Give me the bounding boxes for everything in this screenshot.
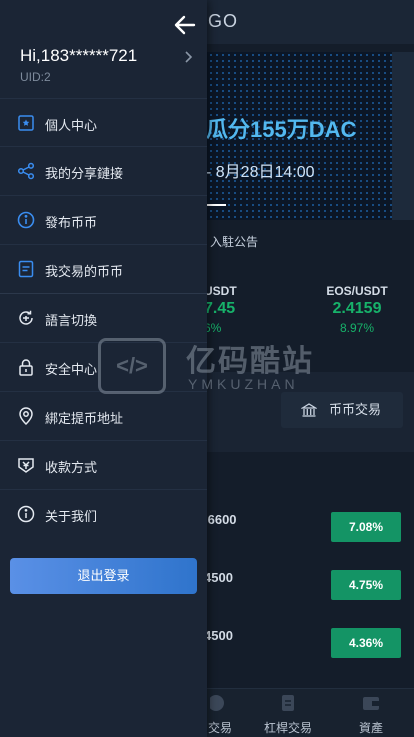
ticker-price: 2.4159	[332, 300, 382, 317]
language-icon	[19, 310, 33, 325]
payment-icon	[18, 458, 34, 473]
info-icon	[17, 211, 35, 229]
market-price: .6600	[204, 512, 237, 527]
market-row[interactable]: 4500 4.36%	[196, 614, 414, 674]
back-arrow-icon[interactable]	[172, 12, 198, 38]
menu-item-label: 我交易的币币	[45, 264, 124, 279]
ticker-price: 7.45	[204, 300, 236, 317]
ticker-change: 6%	[204, 321, 222, 335]
menu-item-label: 個人中心	[45, 118, 98, 133]
banner-indicator	[206, 204, 226, 206]
change-badge: 4.75%	[331, 570, 401, 600]
chevron-right-icon	[185, 51, 193, 63]
menu-item-label: 發布币币	[45, 215, 98, 230]
user-card-icon	[18, 115, 34, 131]
menu-item-publish-coin[interactable]: 發布币币	[0, 196, 207, 245]
watermark-text: 亿码酷站	[186, 345, 314, 378]
watermark-subtext: YMKUZHAN	[188, 376, 299, 392]
menu-item-label: 收款方式	[45, 460, 98, 475]
menu-item-profile[interactable]: 個人中心	[0, 98, 207, 147]
coin-trade-button[interactable]: 币币交易	[281, 392, 403, 428]
menu-item-my-coins[interactable]: 我交易的币币	[0, 245, 207, 294]
trade-icon	[208, 695, 224, 711]
coin-trade-label: 币币交易	[329, 402, 382, 417]
location-icon	[19, 407, 33, 425]
app-root: GO 瓜分155万DAC - 8月28日14:00 入駐公告 USDT 7.45…	[0, 0, 414, 737]
lock-icon	[19, 359, 33, 376]
watermark: </> 亿码酷站 YMKUZHAN	[98, 336, 358, 396]
promo-banner[interactable]: 瓜分155万DAC - 8月28日14:00	[196, 52, 392, 220]
user-greeting: Hi,183******721	[20, 46, 138, 65]
menu-item-label: 关于我们	[45, 509, 98, 524]
logo-text: GO	[208, 11, 239, 31]
wallet-icon	[363, 697, 379, 710]
tab-leverage[interactable]: 杠桿交易	[258, 691, 318, 736]
watermark-logo: </>	[98, 338, 166, 394]
ticker-item[interactable]: USDT 7.45 6%	[204, 284, 237, 335]
tab-label: 杠桿交易	[263, 721, 312, 735]
notice-text[interactable]: 入駐公告	[196, 232, 414, 258]
market-price: 4500	[204, 570, 233, 585]
menu-item-bind-address[interactable]: 綁定提币地址	[0, 392, 207, 441]
menu-item-label: 我的分享鏈接	[45, 166, 124, 181]
bank-icon	[301, 403, 317, 417]
banner-date: - 8月28日14:00	[206, 164, 315, 181]
market-row[interactable]: 4500 4.75%	[196, 556, 414, 616]
change-badge: 4.36%	[331, 628, 401, 658]
ticker-pair: EOS/USDT	[326, 284, 388, 298]
banner-next-slide	[392, 52, 414, 220]
ticker-change: 8.97%	[339, 321, 375, 335]
menu-item-about[interactable]: 关于我们	[0, 490, 207, 539]
tab-label: 資產	[358, 721, 383, 735]
menu-item-label: 安全中心	[45, 362, 98, 377]
tab-assets[interactable]: 資產	[346, 691, 396, 736]
leverage-icon	[282, 695, 294, 711]
document-icon	[18, 260, 34, 278]
user-profile-header[interactable]: Hi,183******721 UID:2	[0, 40, 207, 96]
menu-item-share-link[interactable]: 我的分享鏈接	[0, 147, 207, 196]
user-uid: UID:2	[20, 70, 51, 84]
change-badge: 7.08%	[331, 512, 401, 542]
menu-item-label: 語言切換	[45, 313, 98, 328]
menu-item-label: 綁定提币地址	[45, 411, 124, 426]
market-row[interactable]: .6600 7.08%	[196, 498, 414, 558]
ticker-item[interactable]: EOS/USDT 2.4159 8.97%	[314, 284, 400, 335]
market-price: 4500	[204, 628, 233, 643]
bottom-tab-bar: 交易 杠桿交易 資產	[196, 688, 414, 737]
menu-item-payment[interactable]: 收款方式	[0, 441, 207, 490]
share-icon	[17, 162, 35, 180]
banner-title: 瓜分155万DAC	[206, 117, 357, 142]
about-icon	[17, 505, 35, 523]
ticker-pair: USDT	[204, 284, 237, 298]
ticker-strip: USDT 7.45 6% EOS/USDT 2.4159 8.97%	[196, 272, 414, 340]
logout-button[interactable]: 退出登录	[10, 558, 197, 594]
